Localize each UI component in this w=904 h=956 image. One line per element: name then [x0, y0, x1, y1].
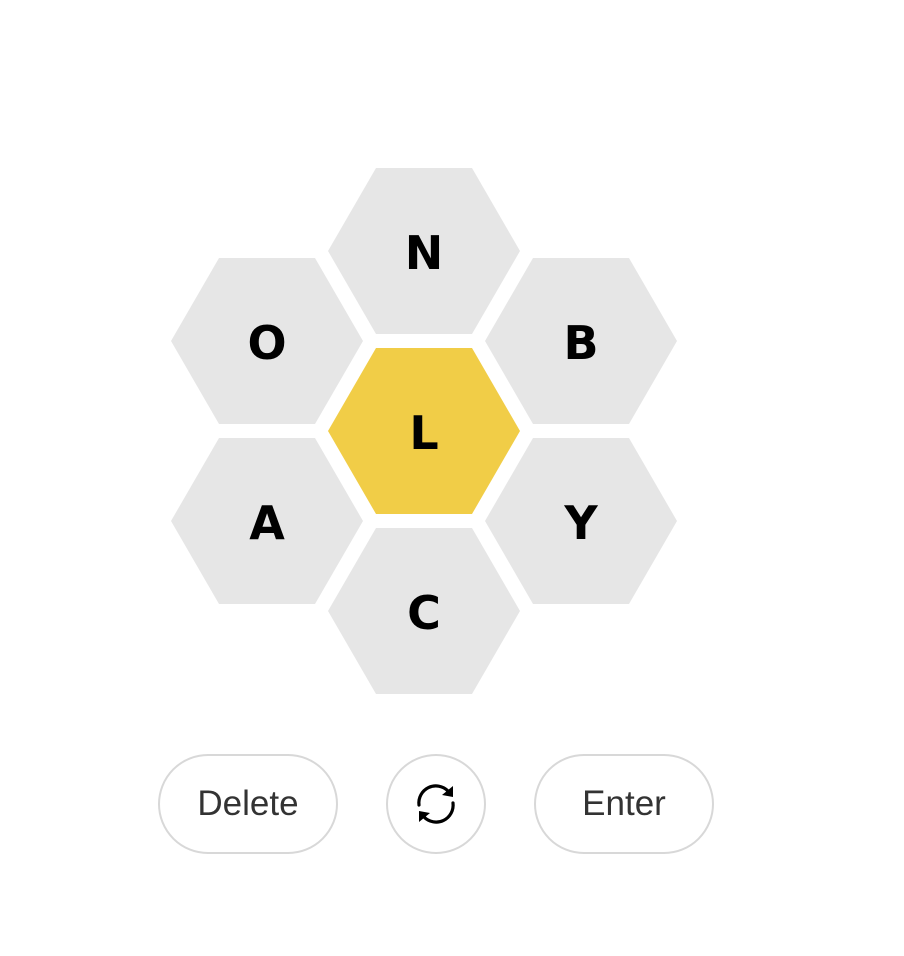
delete-button-label: Delete: [197, 784, 299, 823]
hive-cell-lower-left[interactable]: A: [171, 438, 363, 604]
hive-cell-upper-left[interactable]: O: [171, 258, 363, 424]
delete-button[interactable]: Delete: [158, 754, 338, 854]
hive-cell-upper-right[interactable]: B: [485, 258, 677, 424]
hive-letter-upper-left: O: [247, 316, 286, 370]
hive-cell-center[interactable]: L: [328, 348, 520, 514]
shuffle-button[interactable]: [386, 754, 486, 854]
hive-cell-lower-right[interactable]: Y: [485, 438, 677, 604]
hive-letter-top: N: [405, 226, 444, 280]
hive-letter-upper-right: B: [563, 316, 598, 370]
hive-letter-lower-left: A: [249, 496, 285, 550]
hive-cell-bottom[interactable]: C: [328, 528, 520, 694]
hive-letter-bottom: C: [407, 586, 441, 640]
enter-button[interactable]: Enter: [534, 754, 714, 854]
shuffle-icon: [417, 784, 455, 824]
hive-letter-center: L: [409, 406, 438, 460]
hive-letter-lower-right: Y: [563, 496, 598, 550]
hive-cell-top[interactable]: N: [328, 168, 520, 334]
letter-hive: N O B L A Y C: [171, 168, 677, 694]
enter-button-label: Enter: [582, 784, 666, 823]
